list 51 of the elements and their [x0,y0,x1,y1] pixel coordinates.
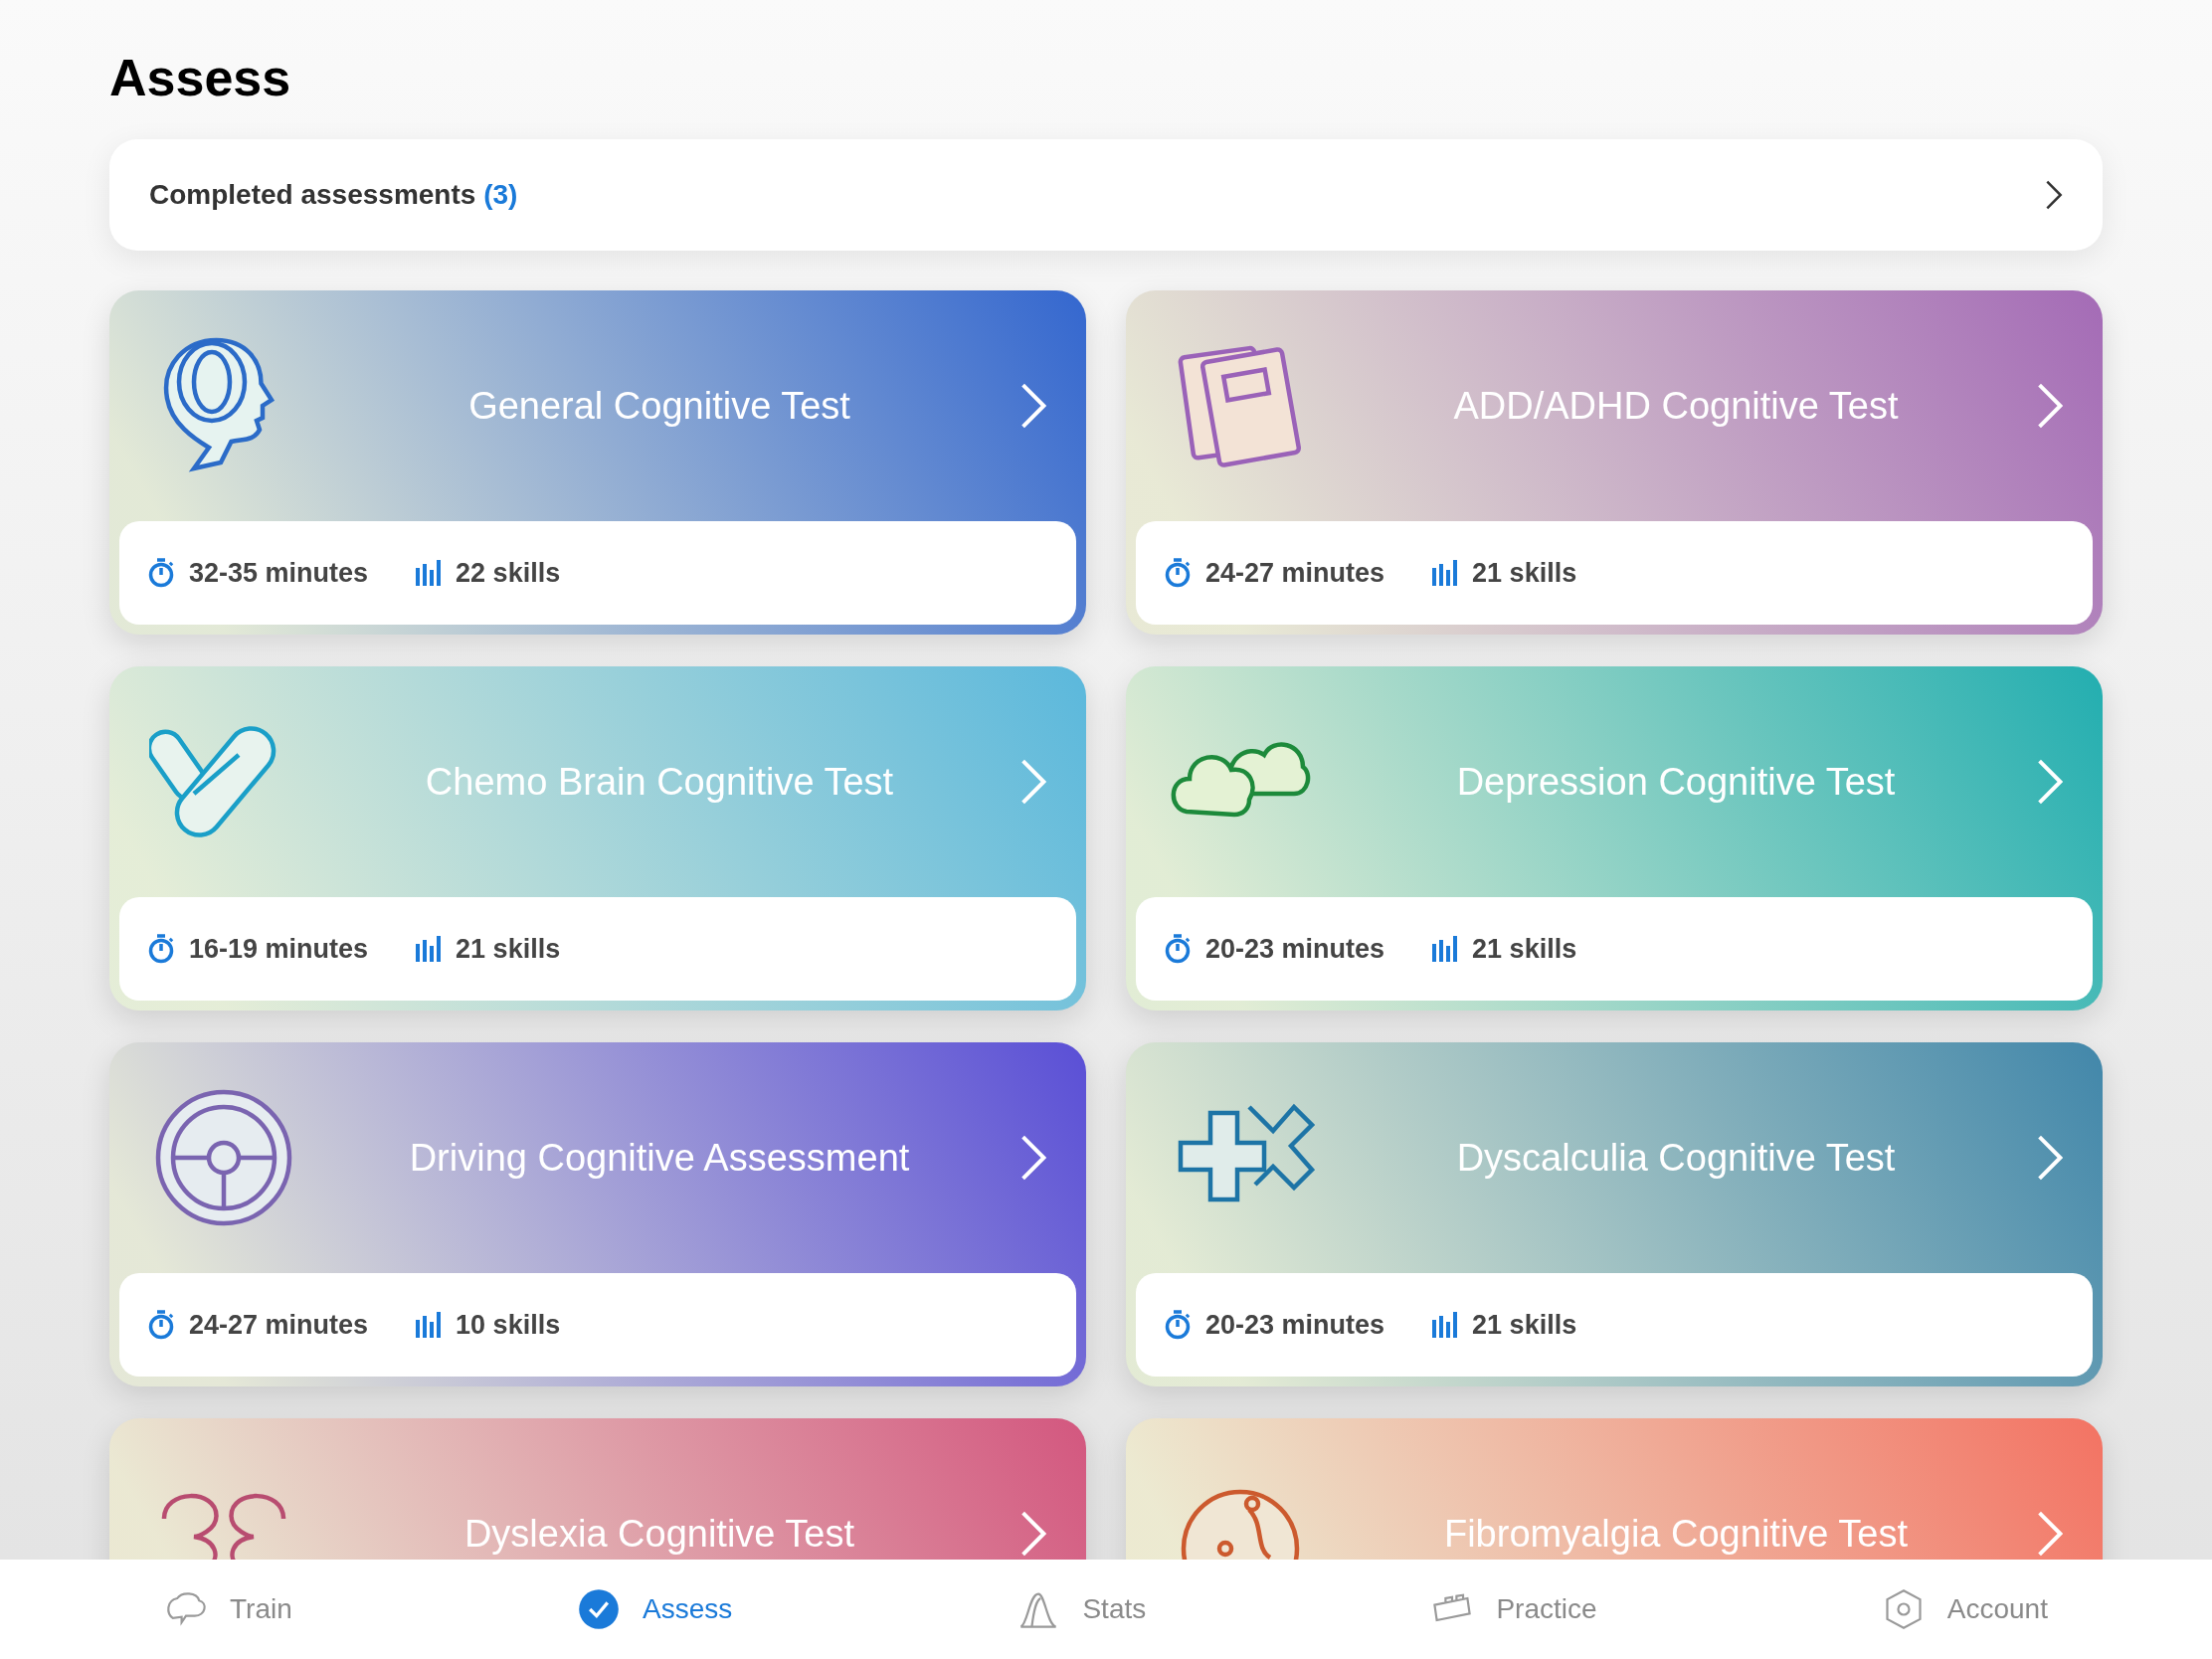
skills-text: 21 skills [1472,556,1577,590]
test-title: Depression Cognitive Test [1456,759,1896,805]
stopwatch-icon [1164,934,1192,964]
completed-assessments-row[interactable]: Completed assessments (3) [109,139,2103,251]
test-title: General Cognitive Test [468,383,850,429]
test-card[interactable]: General Cognitive Test 32-35 minutes 22 skills [109,290,1086,635]
test-title: Dyslexia Cognitive Test [463,1511,855,1557]
stopwatch-icon [147,558,175,588]
bar-chart-icon [1432,1312,1459,1338]
chevron-right-icon [1020,1134,1046,1182]
check-circle-icon [576,1587,621,1631]
bar-chart-icon [1432,936,1459,962]
stopwatch-icon [1164,1310,1192,1340]
bar-chart-icon [1432,560,1459,586]
skills-text: 21 skills [456,932,561,966]
nav-tab[interactable]: Assess [576,1587,733,1631]
page-title: Assess [109,52,292,103]
skills-text: 21 skills [1472,932,1577,966]
chevron-right-icon [1020,1510,1046,1558]
bar-chart-icon [416,560,443,586]
stopwatch-icon [147,934,175,964]
test-title: ADD/ADHD Cognitive Test [1453,383,1899,429]
test-card[interactable]: Dyscalculia Cognitive Test 20-23 minutes 21 skills [1126,1042,2103,1386]
skills-text: 21 skills [1472,1308,1577,1342]
chevron-right-icon [2045,180,2063,210]
bar-chart-icon [416,936,443,962]
stopwatch-icon [147,1310,175,1340]
bar-chart-icon [416,1312,443,1338]
test-card[interactable]: Driving Cognitive Assessment 24-27 minutes 10 skills [109,1042,1086,1386]
test-title: Dyscalculia Cognitive Test [1456,1135,1896,1181]
duration-text: 24-27 minutes [189,1308,369,1342]
test-card[interactable]: ADD/ADHD Cognitive Test 24-27 minutes 21 skills [1126,290,2103,635]
chevron-right-icon [1020,758,1046,806]
duration-text: 16-19 minutes [189,932,369,966]
test-title: Driving Cognitive Assessment [409,1135,910,1181]
chevron-right-icon [2037,1510,2063,1558]
skills-text: 22 skills [456,556,561,590]
stopwatch-icon [1164,558,1192,588]
chevron-right-icon [2037,382,2063,430]
skills-text: 10 skills [456,1308,561,1342]
test-title: Chemo Brain Cognitive Test [425,759,894,805]
chevron-right-icon [2037,1134,2063,1182]
chevron-right-icon [1020,382,1046,430]
duration-text: 20-23 minutes [1205,932,1385,966]
duration-text: 20-23 minutes [1205,1308,1385,1342]
duration-text: 24-27 minutes [1205,556,1385,590]
duration-text: 32-35 minutes [189,556,369,590]
test-title: Fibromyalgia Cognitive Test [1443,1511,1909,1557]
test-card[interactable]: Chemo Brain Cognitive Test 16-19 minutes 21 skills [109,666,1086,1011]
test-card[interactable]: Depression Cognitive Test 20-23 minutes 21 skills [1126,666,2103,1011]
chevron-right-icon [2037,758,2063,806]
